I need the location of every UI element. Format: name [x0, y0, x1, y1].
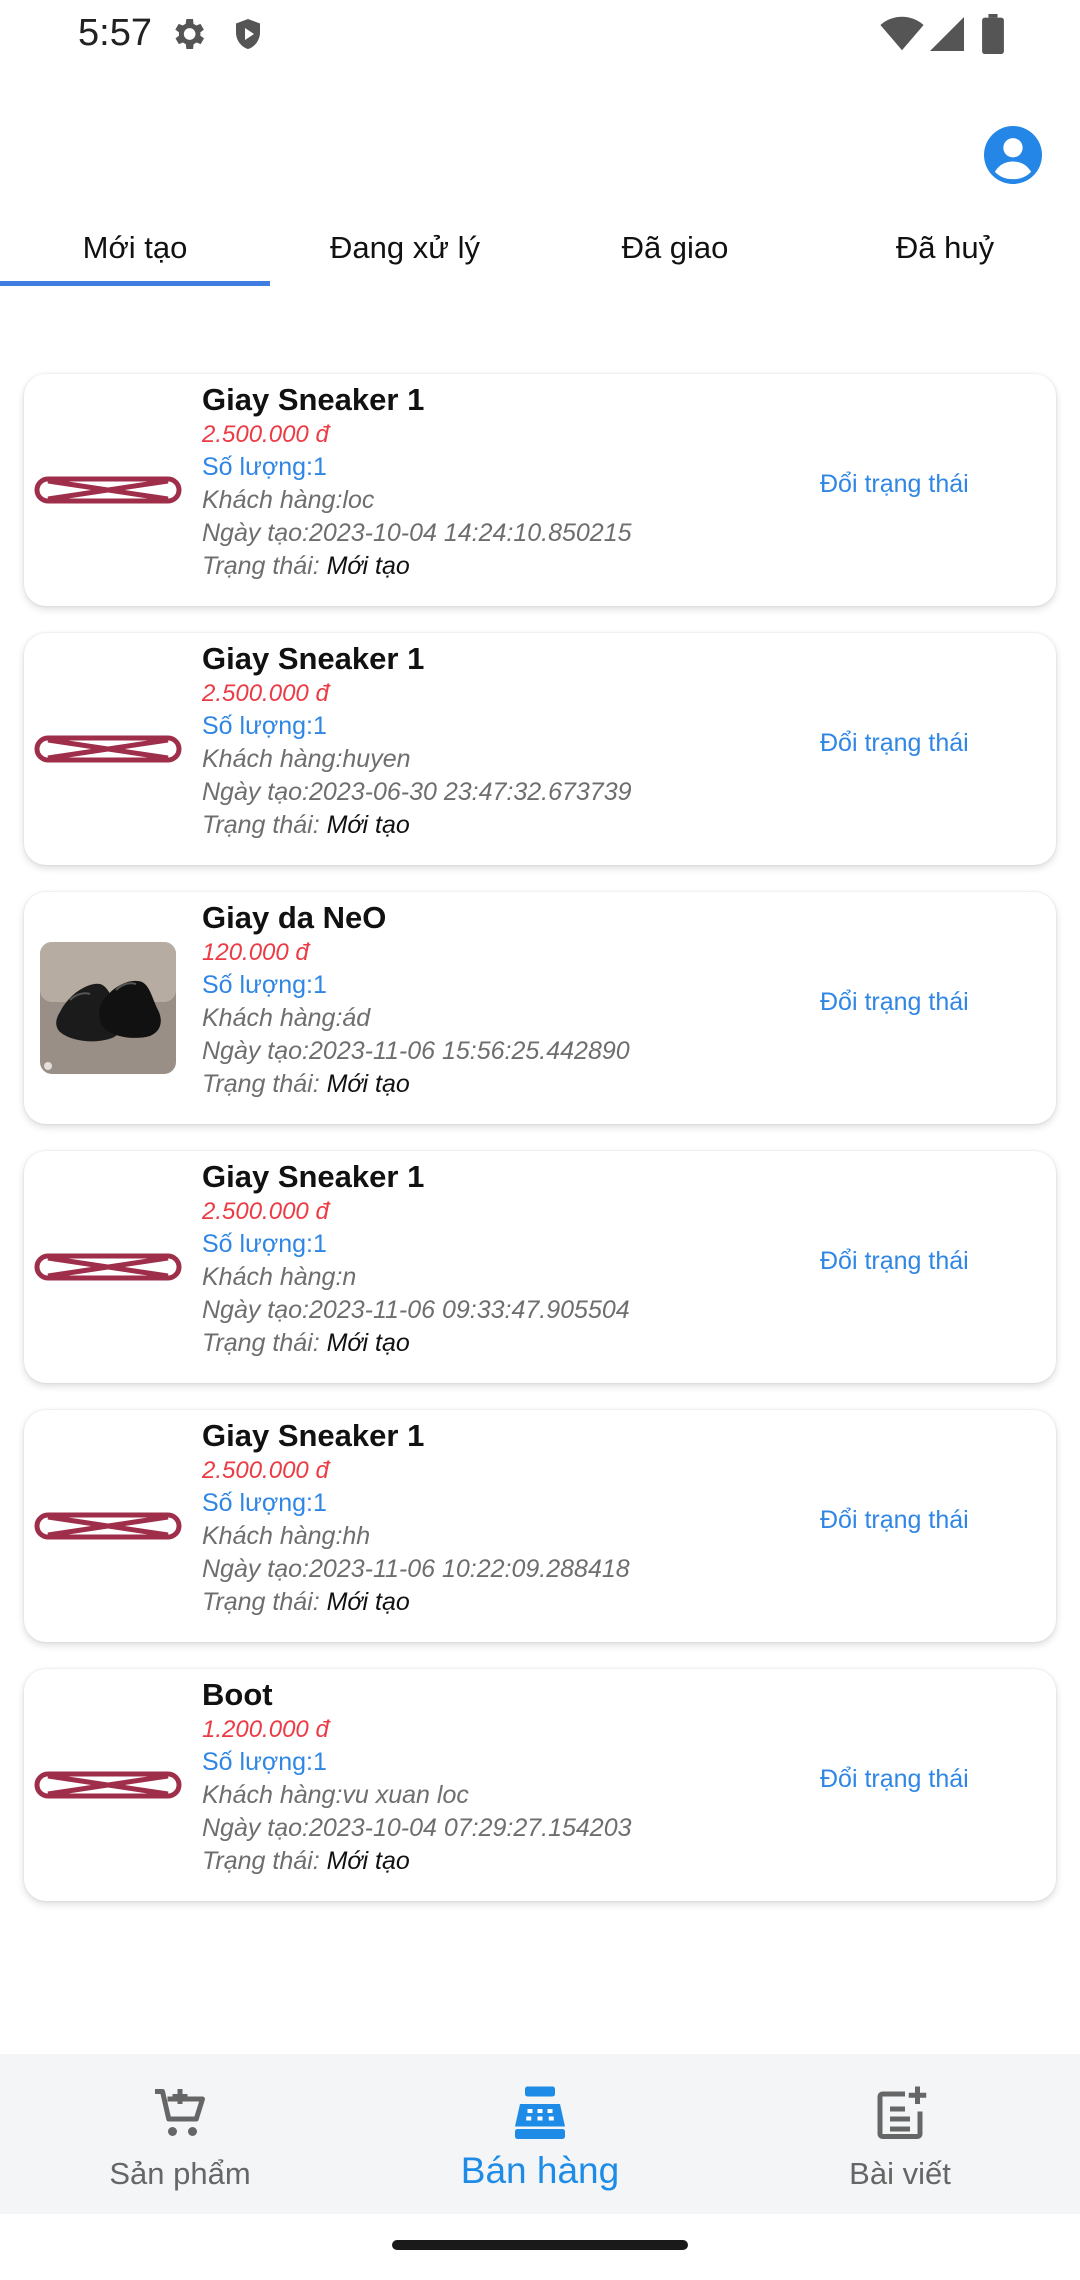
status-row: Trạng thái: Mới tạo: [202, 550, 762, 583]
order-card: Giay Sneaker 1 2.500.000 đ Số lượng:1 Kh…: [24, 1151, 1056, 1383]
product-thumbnail: [34, 430, 182, 550]
leather-shoes-photo: [40, 942, 176, 1074]
status-label: Trạng thái:: [202, 1847, 320, 1875]
status-row: Trạng thái: Mới tạo: [202, 1845, 762, 1878]
created-date: Ngày tạo:2023-11-06 10:22:09.288418: [202, 1555, 630, 1583]
quantity: Số lượng:1: [202, 1230, 327, 1258]
product-name: Giay da NeO: [202, 900, 387, 935]
status-label: Trạng thái:: [202, 1588, 320, 1616]
broken-image-icon: [34, 735, 182, 763]
product-name: Giay Sneaker 1: [202, 641, 425, 676]
status-label: Trạng thái:: [202, 811, 320, 839]
broken-image-icon: [34, 1771, 182, 1799]
product-thumbnail: [34, 942, 182, 1074]
nav-sales-label: Bán hàng: [460, 2150, 620, 2191]
status-value: Mới tạo: [326, 1588, 410, 1616]
nav-sales[interactable]: Bán hàng: [360, 2054, 720, 2214]
quantity: Số lượng:1: [202, 1489, 327, 1517]
status-value: Mới tạo: [326, 1329, 410, 1357]
settings-gear-icon: [175, 19, 204, 49]
tab-delivered[interactable]: Đã giao: [540, 216, 810, 286]
order-card: Giay da NeO 120.000 đ Số lượng:1 Khách h…: [24, 892, 1056, 1124]
created-date: Ngày tạo:2023-11-06 15:56:25.442890: [202, 1037, 630, 1065]
battery-icon: [982, 14, 1004, 54]
status-value: Mới tạo: [326, 552, 410, 580]
status-label: Trạng thái:: [202, 1070, 320, 1098]
status-row: Trạng thái: Mới tạo: [202, 1586, 762, 1619]
created-date: Ngày tạo:2023-10-04 14:24:10.850215: [202, 519, 632, 547]
status-bar: 5:57: [0, 0, 1080, 70]
status-time: 5:57: [78, 12, 152, 54]
product-thumbnail: [34, 689, 182, 809]
created-date: Ngày tạo:2023-10-04 07:29:27.154203: [202, 1814, 632, 1842]
nav-products-label: Sản phẩm: [109, 2156, 251, 2191]
product-thumbnail: [34, 1466, 182, 1586]
nav-products[interactable]: Sản phẩm: [0, 2054, 360, 2214]
product-thumbnail: [34, 1207, 182, 1327]
customer: Khách hàng:huyen: [202, 745, 411, 773]
product-price: 2.500.000 đ: [202, 680, 329, 707]
product-name: Giay Sneaker 1: [202, 1159, 425, 1194]
customer: Khách hàng:hh: [202, 1522, 371, 1550]
change-status-button[interactable]: Đổi trạng thái: [820, 988, 969, 1017]
shield-icon: [236, 19, 260, 49]
tab-new[interactable]: Mới tạo: [0, 216, 270, 286]
created-date: Ngày tạo:2023-11-06 09:33:47.905504: [202, 1296, 630, 1324]
wifi-icon: [880, 16, 924, 51]
status-value: Mới tạo: [326, 1070, 410, 1098]
tab-cancelled[interactable]: Đã huỷ: [810, 216, 1080, 286]
product-name: Giay Sneaker 1: [202, 382, 425, 417]
change-status-button[interactable]: Đổi trạng thái: [820, 470, 969, 499]
product-price: 120.000 đ: [202, 939, 309, 966]
status-value: Mới tạo: [326, 1847, 410, 1875]
change-status-button[interactable]: Đổi trạng thái: [820, 1506, 969, 1535]
order-card: Giay Sneaker 1 2.500.000 đ Số lượng:1 Kh…: [24, 633, 1056, 865]
cell-signal-icon: [930, 17, 964, 51]
status-label: Trạng thái:: [202, 552, 320, 580]
nav-posts-label: Bài viết: [849, 2156, 951, 2191]
product-thumbnail: [34, 1725, 182, 1845]
product-price: 2.500.000 đ: [202, 421, 329, 448]
order-card: Giay Sneaker 1 2.500.000 đ Số lượng:1 Kh…: [24, 1410, 1056, 1642]
order-list: Giay Sneaker 1 2.500.000 đ Số lượng:1 Kh…: [24, 374, 1056, 1928]
account-circle-icon[interactable]: [984, 126, 1042, 184]
tab-processing[interactable]: Đang xử lý: [270, 216, 540, 286]
quantity: Số lượng:1: [202, 453, 327, 481]
quantity: Số lượng:1: [202, 712, 327, 740]
product-name: Boot: [202, 1677, 273, 1712]
cash-register-icon: [515, 2086, 565, 2139]
change-status-button[interactable]: Đổi trạng thái: [820, 729, 969, 758]
product-price: 1.200.000 đ: [202, 1716, 329, 1743]
change-status-button[interactable]: Đổi trạng thái: [820, 1765, 969, 1794]
created-date: Ngày tạo:2023-06-30 23:47:32.673739: [202, 778, 632, 806]
product-name: Giay Sneaker 1: [202, 1418, 425, 1453]
order-card: Boot 1.200.000 đ Số lượng:1 Khách hàng:v…: [24, 1669, 1056, 1901]
broken-image-icon: [34, 476, 182, 504]
home-indicator[interactable]: [392, 2240, 688, 2250]
order-card: Giay Sneaker 1 2.500.000 đ Số lượng:1 Kh…: [24, 374, 1056, 606]
customer: Khách hàng:ád: [202, 1004, 371, 1032]
broken-image-icon: [34, 1512, 182, 1540]
bottom-navigation: Sản phẩm Bán hàng Bài viết: [0, 2054, 1080, 2214]
status-row: Trạng thái: Mới tạo: [202, 1068, 762, 1101]
order-status-tabs: Mới tạo Đang xử lý Đã giao Đã huỷ: [0, 216, 1080, 286]
quantity: Số lượng:1: [202, 971, 327, 999]
product-price: 2.500.000 đ: [202, 1198, 329, 1225]
broken-image-icon: [34, 1253, 182, 1281]
customer: Khách hàng:loc: [202, 486, 375, 514]
post-add-icon: [877, 2086, 927, 2139]
status-row: Trạng thái: Mới tạo: [202, 1327, 762, 1360]
status-row: Trạng thái: Mới tạo: [202, 809, 762, 842]
customer: Khách hàng:vu xuan loc: [202, 1781, 469, 1809]
quantity: Số lượng:1: [202, 1748, 327, 1776]
status-value: Mới tạo: [326, 811, 410, 839]
nav-posts[interactable]: Bài viết: [720, 2054, 1080, 2214]
customer: Khách hàng:n: [202, 1263, 357, 1291]
product-price: 2.500.000 đ: [202, 1457, 329, 1484]
status-label: Trạng thái:: [202, 1329, 320, 1357]
cart-icon: [155, 2089, 205, 2136]
change-status-button[interactable]: Đổi trạng thái: [820, 1247, 969, 1276]
